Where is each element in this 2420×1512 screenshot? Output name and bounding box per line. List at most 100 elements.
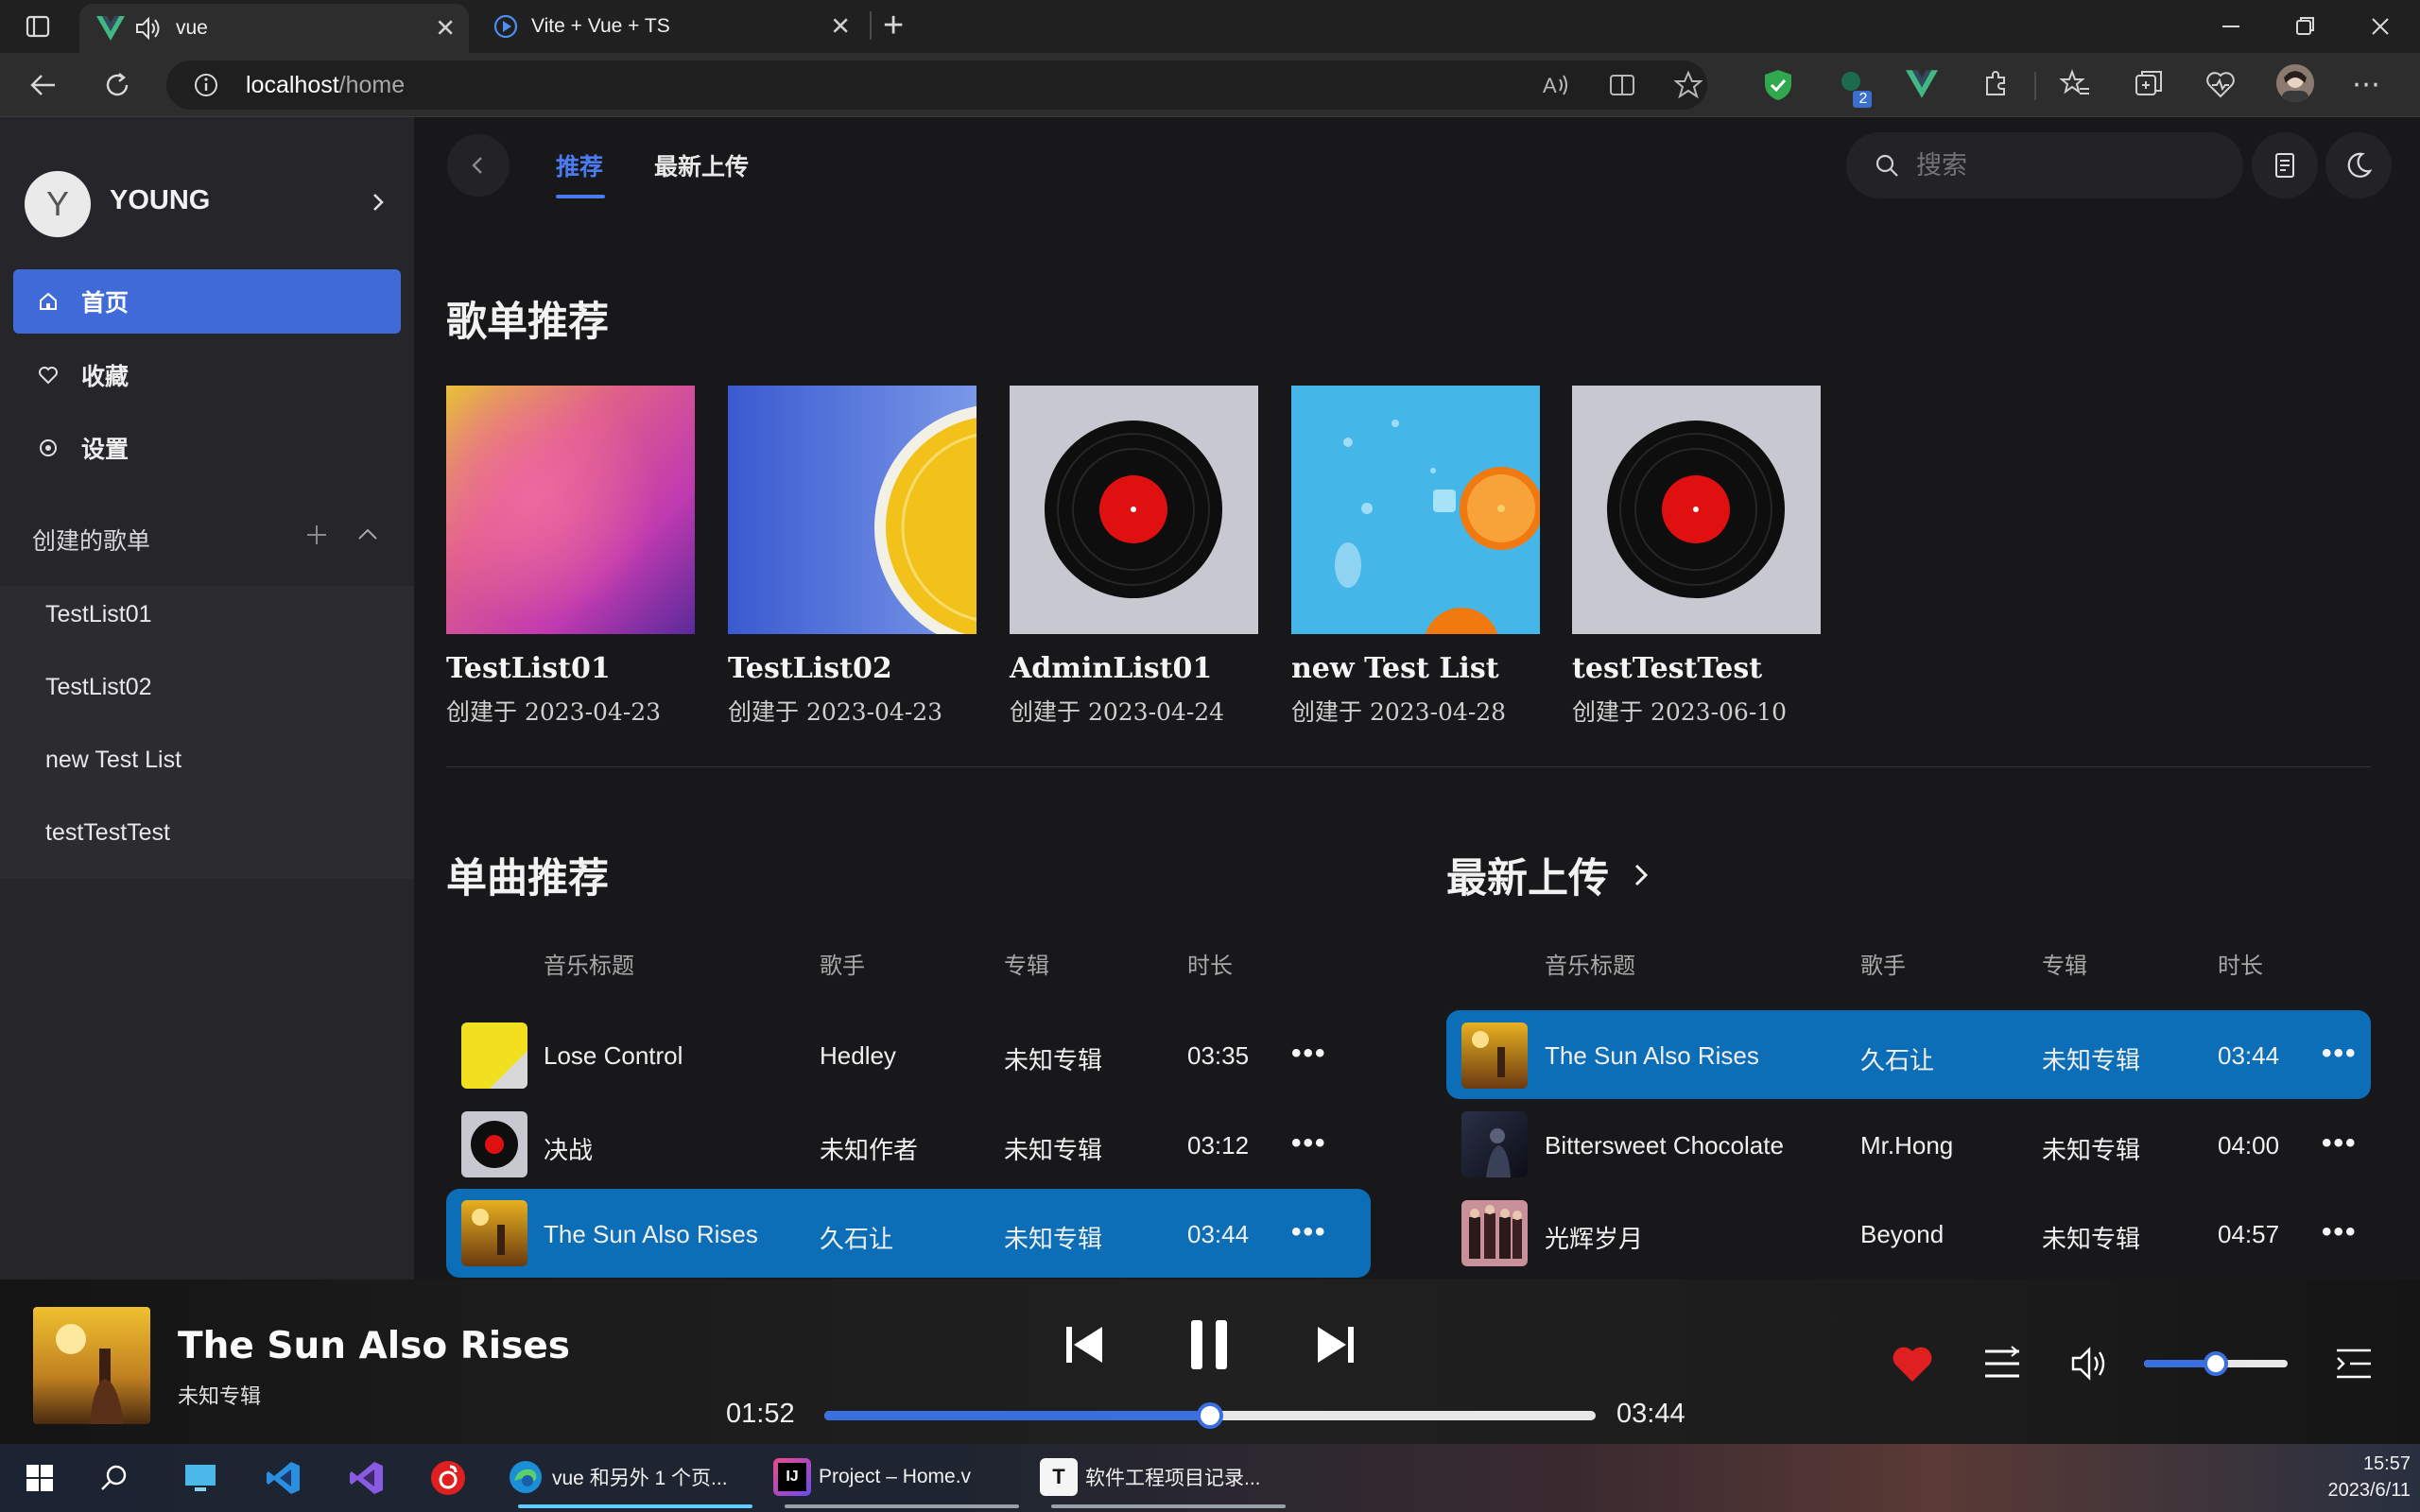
- sidebar-playlist-item[interactable]: TestList01: [45, 601, 152, 628]
- theme-toggle-button[interactable]: [2325, 132, 2392, 198]
- song-album[interactable]: 未知专辑: [2042, 1220, 2140, 1255]
- next-track-icon[interactable]: [1314, 1323, 1357, 1366]
- progress-handle[interactable]: [1197, 1402, 1223, 1429]
- site-info-icon[interactable]: [193, 72, 219, 98]
- tab-recommend[interactable]: 推荐: [556, 148, 603, 182]
- song-title[interactable]: The Sun Also Rises: [544, 1220, 758, 1249]
- song-album[interactable]: 未知专辑: [1004, 1041, 1102, 1076]
- username[interactable]: YOUNG: [110, 185, 210, 216]
- taskbar-app-edge[interactable]: vue 和另外 1 个页...: [507, 1453, 728, 1501]
- close-icon[interactable]: [2367, 13, 2394, 40]
- queue-list-icon[interactable]: [2335, 1346, 2373, 1382]
- now-playing-cover[interactable]: [33, 1307, 150, 1424]
- collapse-chevron-up-icon[interactable]: [355, 523, 380, 547]
- pause-icon[interactable]: [1185, 1318, 1233, 1371]
- more-options-icon[interactable]: •••: [2322, 1038, 2358, 1070]
- song-artist[interactable]: 久石让: [820, 1220, 893, 1255]
- sidebar-item-settings[interactable]: 设置: [13, 416, 401, 480]
- browser-essentials-icon[interactable]: [2204, 68, 2237, 100]
- user-avatar[interactable]: Y: [25, 171, 91, 237]
- visual-studio-icon[interactable]: [348, 1459, 386, 1497]
- chevron-right-icon[interactable]: [367, 191, 389, 214]
- song-title[interactable]: 光辉岁月: [1545, 1220, 1643, 1255]
- section-title-latest[interactable]: 最新上传: [1446, 846, 1652, 904]
- speaker-icon[interactable]: [134, 16, 163, 41]
- song-title[interactable]: Lose Control: [544, 1041, 683, 1071]
- taskbar-search-icon[interactable]: [98, 1463, 129, 1493]
- browser-tab-vue[interactable]: vue ✕: [79, 4, 469, 53]
- volume-handle[interactable]: [2204, 1351, 2228, 1376]
- song-artist[interactable]: Hedley: [820, 1041, 896, 1071]
- sidebar-playlist-item[interactable]: new Test List: [45, 747, 182, 774]
- split-screen-icon[interactable]: [1607, 70, 1637, 100]
- netease-music-icon[interactable]: [429, 1459, 467, 1497]
- favorites-icon[interactable]: [2059, 68, 2091, 100]
- like-heart-icon[interactable]: [1891, 1344, 1934, 1383]
- song-album[interactable]: 未知专辑: [2042, 1131, 2140, 1166]
- shield-extension-icon[interactable]: [1762, 68, 1794, 102]
- taskbar-app-jetbrains[interactable]: IJ Project – Home.v: [773, 1453, 971, 1501]
- system-clock[interactable]: 15:57 2023/6/11: [2307, 1451, 2411, 1503]
- sidebar-playlist-item[interactable]: testTestTest: [45, 819, 170, 847]
- browser-menu-icon[interactable]: ⋯: [2352, 68, 2382, 101]
- profile-avatar[interactable]: [2276, 64, 2314, 102]
- tab-close-icon[interactable]: ✕: [435, 14, 456, 43]
- document-button[interactable]: [2252, 132, 2318, 198]
- song-title[interactable]: Bittersweet Chocolate: [1545, 1131, 1784, 1160]
- playlist-cover[interactable]: [728, 386, 977, 634]
- taskbar-app-typora[interactable]: T 软件工程项目记录...: [1040, 1453, 1261, 1501]
- playlist-title[interactable]: new Test List: [1291, 652, 1499, 685]
- previous-track-icon[interactable]: [1063, 1323, 1106, 1366]
- song-artist[interactable]: 久石让: [1860, 1041, 1934, 1076]
- extensions-puzzle-icon[interactable]: [1979, 68, 2012, 100]
- more-options-icon[interactable]: •••: [2322, 1216, 2358, 1248]
- more-options-icon[interactable]: •••: [1291, 1216, 1327, 1248]
- minimize-icon[interactable]: [2218, 13, 2244, 40]
- tab-actions-icon[interactable]: [25, 13, 51, 40]
- song-album[interactable]: 未知专辑: [1004, 1220, 1102, 1255]
- song-title[interactable]: The Sun Also Rises: [1545, 1041, 1759, 1071]
- song-album[interactable]: 未知专辑: [1004, 1131, 1102, 1166]
- song-artist[interactable]: 未知作者: [820, 1131, 918, 1166]
- add-playlist-icon[interactable]: [304, 523, 329, 547]
- browser-tab-vite[interactable]: Vite + Vue + TS ✕: [476, 0, 864, 53]
- playlist-cover[interactable]: [1010, 386, 1258, 634]
- restore-icon[interactable]: [2291, 13, 2318, 40]
- song-artist[interactable]: Beyond: [1860, 1220, 1944, 1249]
- song-artist[interactable]: Mr.Hong: [1860, 1131, 1953, 1160]
- tab-close-icon[interactable]: ✕: [830, 12, 851, 42]
- playlist-title[interactable]: AdminList01: [1010, 652, 1212, 685]
- search-box[interactable]: [1846, 132, 2243, 198]
- song-title[interactable]: 决战: [544, 1131, 593, 1166]
- volume-icon[interactable]: [2070, 1346, 2110, 1382]
- new-tab-button[interactable]: +: [883, 8, 904, 43]
- windows-start-icon[interactable]: [25, 1463, 55, 1493]
- playlist-cover[interactable]: [1572, 386, 1821, 634]
- more-options-icon[interactable]: •••: [2322, 1127, 2358, 1160]
- collections-icon[interactable]: [2133, 68, 2165, 100]
- back-button[interactable]: [447, 134, 510, 197]
- favorite-star-icon[interactable]: [1673, 70, 1703, 100]
- back-arrow-icon[interactable]: [28, 70, 59, 100]
- url-text[interactable]: localhost/home: [246, 68, 405, 102]
- playlist-title[interactable]: TestList01: [446, 652, 611, 685]
- typora-icon: T: [1040, 1458, 1078, 1496]
- playlist-mode-icon[interactable]: [1983, 1346, 2021, 1382]
- playlist-title[interactable]: TestList02: [728, 652, 892, 685]
- sidebar-item-favorites[interactable]: 收藏: [13, 343, 401, 407]
- reload-icon[interactable]: [102, 70, 132, 100]
- playlist-cover[interactable]: [446, 386, 695, 634]
- more-options-icon[interactable]: •••: [1291, 1038, 1327, 1070]
- more-options-icon[interactable]: •••: [1291, 1127, 1327, 1160]
- sidebar-playlist-item[interactable]: TestList02: [45, 674, 152, 701]
- playlist-cover[interactable]: [1291, 386, 1540, 634]
- tab-latest-upload[interactable]: 最新上传: [654, 148, 749, 182]
- playlist-title[interactable]: testTestTest: [1572, 652, 1762, 685]
- sidebar-item-home[interactable]: 首页: [13, 269, 401, 334]
- search-input[interactable]: [1914, 149, 2198, 181]
- desktop-app-icon[interactable]: [182, 1459, 219, 1497]
- vue-devtools-icon[interactable]: [1906, 70, 1938, 98]
- read-aloud-icon[interactable]: A: [1541, 70, 1571, 100]
- vscode-icon[interactable]: [265, 1459, 302, 1497]
- song-album[interactable]: 未知专辑: [2042, 1041, 2140, 1076]
